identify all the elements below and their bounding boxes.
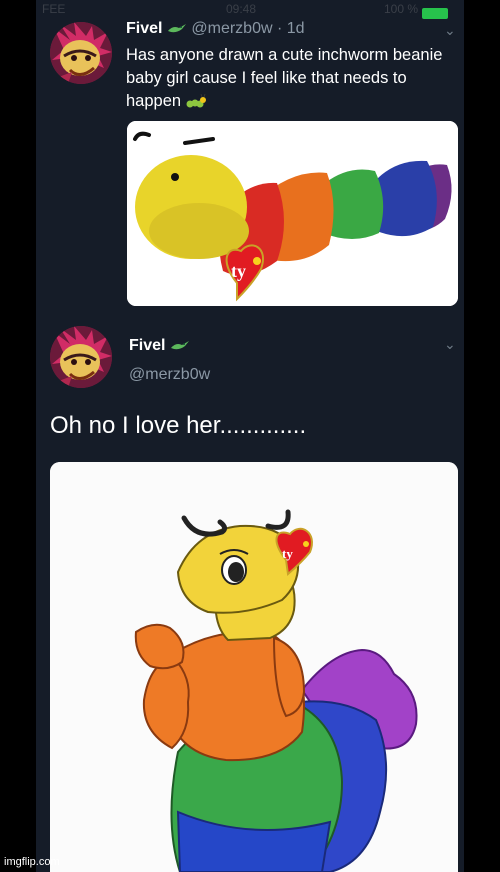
tweet-text: Has anyone drawn a cute inchworm beanie … xyxy=(126,44,446,113)
clock-label: 09:48 xyxy=(226,2,257,16)
separator-dot: · xyxy=(276,20,283,37)
chevron-down-icon[interactable]: ⌄ xyxy=(444,22,456,39)
tweet-header: Fivel @merzb0w · 1d xyxy=(126,20,305,38)
handle[interactable]: @merzb0w xyxy=(191,20,272,37)
tweet-text-body: Has anyone drawn a cute inchworm beanie … xyxy=(126,46,443,110)
status-bar: FEE 09:48 100 % xyxy=(36,0,464,19)
caterpillar-icon xyxy=(186,93,206,110)
tweet-media-photo[interactable]: ty xyxy=(127,121,458,306)
avatar[interactable] xyxy=(50,22,112,84)
battery-label: 100 % xyxy=(383,2,418,16)
chevron-down-icon[interactable]: ⌄ xyxy=(444,336,456,353)
display-name[interactable]: Fivel xyxy=(129,337,165,354)
timestamp[interactable]: 1d xyxy=(287,20,305,37)
svg-text:ty: ty xyxy=(282,546,293,561)
inchworm-girl-drawing: ty xyxy=(50,462,458,872)
twitter-screen: FEE 09:48 100 % Fivel @merzb0w · 1d ⌄ Ha… xyxy=(36,0,464,872)
battery-icon xyxy=(422,8,448,19)
lizard-icon xyxy=(167,23,187,35)
avatar[interactable] xyxy=(50,326,112,388)
avatar-image xyxy=(50,22,112,84)
lizard-icon xyxy=(170,340,190,352)
handle[interactable]: @merzb0w xyxy=(129,366,210,384)
imgflip-watermark: imgflip.com xyxy=(4,856,60,868)
display-name[interactable]: Fivel xyxy=(126,20,162,37)
tweet-text: Oh no I love her............. xyxy=(50,412,307,439)
carrier-label: FEE xyxy=(42,2,66,16)
tweet-media-drawing[interactable]: ty xyxy=(50,462,458,872)
avatar-image xyxy=(50,326,112,388)
svg-text:ty: ty xyxy=(231,261,246,281)
tweet-name-row: Fivel xyxy=(129,337,190,355)
inchworm-plush-image: ty xyxy=(127,121,458,306)
